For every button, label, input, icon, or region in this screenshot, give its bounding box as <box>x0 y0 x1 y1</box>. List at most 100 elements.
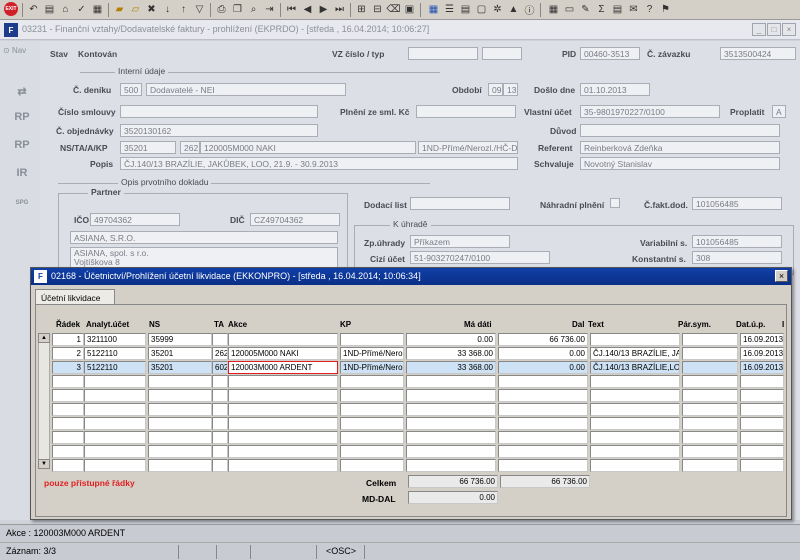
last-record-icon[interactable]: ⏭ <box>332 2 347 17</box>
cell-datup[interactable]: 16.09.2013 <box>740 347 784 360</box>
cell-dal[interactable] <box>498 431 588 444</box>
cell-akce[interactable] <box>228 389 338 402</box>
cell-radek[interactable] <box>52 431 84 444</box>
scroll-up-icon[interactable]: ▲ <box>38 333 50 343</box>
cell-dal[interactable]: 0.00 <box>498 347 588 360</box>
cell-ns[interactable] <box>148 417 212 430</box>
tab-ucetni-likvidace[interactable]: Účetní likvidace <box>35 289 115 305</box>
nav-link[interactable]: ⊙ Nav <box>3 46 26 55</box>
cizi-field[interactable]: 51-903270247/0100 <box>410 251 550 264</box>
cell-akce[interactable] <box>228 459 338 472</box>
cell-ta[interactable] <box>212 431 228 444</box>
cell-parsym[interactable] <box>682 375 738 388</box>
cell-ns[interactable]: 35201 <box>148 347 212 360</box>
cell-madati[interactable] <box>406 375 496 388</box>
cell-madati[interactable] <box>406 417 496 430</box>
cell-analyt[interactable]: 5122110 <box>84 347 146 360</box>
referent-field[interactable]: Reinberková Zdeňka <box>580 141 780 154</box>
cell-akce[interactable]: 120003M000 ARDENT <box>228 361 338 374</box>
cell-radek[interactable]: 2 <box>52 347 84 360</box>
cell-ns[interactable] <box>148 445 212 458</box>
notes-icon[interactable]: ✎ <box>578 2 593 17</box>
cell-akce[interactable] <box>228 403 338 416</box>
table-scrollbar[interactable] <box>38 333 50 469</box>
ta-field[interactable]: 262 <box>180 141 200 154</box>
list-icon[interactable]: ☰ <box>442 2 457 17</box>
smlouvy-field[interactable] <box>120 105 318 118</box>
cell-kp[interactable] <box>340 417 404 430</box>
cell-madati[interactable] <box>406 431 496 444</box>
vz-field[interactable] <box>408 47 478 60</box>
cell-akce[interactable]: 120005M000 NAKI <box>228 347 338 360</box>
cell-kp[interactable] <box>340 459 404 472</box>
cell-radek[interactable] <box>52 417 84 430</box>
cell-radek[interactable] <box>52 445 84 458</box>
schvaluje-field[interactable]: Novotný Stanislav <box>580 157 780 170</box>
home-icon[interactable]: ⌂ <box>58 2 73 17</box>
cell-analyt[interactable] <box>84 445 146 458</box>
cell-ns[interactable]: 35201 <box>148 361 212 374</box>
cell-dal[interactable] <box>498 389 588 402</box>
next-record-icon[interactable]: ▶ <box>316 2 331 17</box>
filter-icon[interactable]: ▽ <box>192 2 207 17</box>
dodaci-field[interactable] <box>410 197 510 210</box>
cell-analyt[interactable] <box>84 403 146 416</box>
cell-datup[interactable] <box>740 375 784 388</box>
close-icon[interactable]: × <box>782 23 796 36</box>
flag-icon[interactable]: ⚑ <box>658 2 673 17</box>
cell-ns[interactable]: 35999 <box>148 333 212 346</box>
minimize-icon[interactable]: _ <box>752 23 766 36</box>
cell-radek[interactable] <box>52 403 84 416</box>
cell-datup[interactable] <box>740 459 784 472</box>
cell-text[interactable] <box>590 403 680 416</box>
cell-parsym[interactable] <box>682 431 738 444</box>
cell-kp[interactable] <box>340 431 404 444</box>
cell-ta[interactable]: 262 <box>212 347 228 360</box>
printer-icon[interactable]: ⎙ <box>214 2 229 17</box>
cell-radek[interactable]: 1 <box>52 333 84 346</box>
cell-analyt[interactable] <box>84 459 146 472</box>
transfer-icon[interactable]: ⇄ <box>12 81 32 101</box>
vz-type-field[interactable] <box>482 47 522 60</box>
cell-parsym[interactable] <box>682 459 738 472</box>
cell-parsym[interactable] <box>682 361 738 374</box>
cell-dal[interactable] <box>498 417 588 430</box>
cell-ta[interactable] <box>212 445 228 458</box>
cell-madati[interactable]: 0.00 <box>406 333 496 346</box>
save-icon[interactable]: ▤ <box>42 2 57 17</box>
report-icon[interactable]: ▤ <box>458 2 473 17</box>
cell-madati[interactable]: 33 368.00 <box>406 361 496 374</box>
cell-parsym[interactable] <box>682 347 738 360</box>
cell-text[interactable] <box>590 459 680 472</box>
cell-text[interactable] <box>590 333 680 346</box>
cell-kp[interactable] <box>340 389 404 402</box>
search-icon[interactable]: ⌕ <box>246 2 261 17</box>
cell-ta[interactable] <box>212 375 228 388</box>
popis-field[interactable]: ČJ.140/13 BRAZÍLIE, JAKŮBEK, LOO, 21.9. … <box>120 157 518 170</box>
scroll-down-icon[interactable]: ▼ <box>38 459 50 469</box>
cell-akce[interactable] <box>228 333 338 346</box>
cell-parsym[interactable] <box>682 445 738 458</box>
cell-kp[interactable]: 1ND-Přímé/Nero <box>340 361 404 374</box>
konstantni-field[interactable]: 308 <box>692 251 782 264</box>
cell-ta[interactable] <box>212 417 228 430</box>
cell-parsym[interactable] <box>682 403 738 416</box>
plneni-field[interactable] <box>416 105 516 118</box>
cell-akce[interactable] <box>228 375 338 388</box>
calendar-icon[interactable]: ▦ <box>546 2 561 17</box>
cell-text[interactable] <box>590 375 680 388</box>
sort-az-icon[interactable]: ↓ <box>160 2 175 17</box>
delete-icon[interactable]: ✖ <box>144 2 159 17</box>
cell-datup[interactable]: 16.09.2013 <box>740 361 784 374</box>
spg-icon[interactable]: SPG <box>12 193 32 213</box>
denik-field[interactable]: 500 <box>120 83 142 96</box>
cell-analyt[interactable] <box>84 389 146 402</box>
cell-madati[interactable] <box>406 389 496 402</box>
variabilni-field[interactable]: 101056485 <box>692 235 782 248</box>
cell-text[interactable] <box>590 445 680 458</box>
cell-parsym[interactable] <box>682 333 738 346</box>
sort-za-icon[interactable]: ↑ <box>176 2 191 17</box>
email-icon[interactable]: ✉ <box>626 2 641 17</box>
cell-radek[interactable] <box>52 375 84 388</box>
a-field[interactable]: 120005M000 NAKI <box>200 141 416 154</box>
